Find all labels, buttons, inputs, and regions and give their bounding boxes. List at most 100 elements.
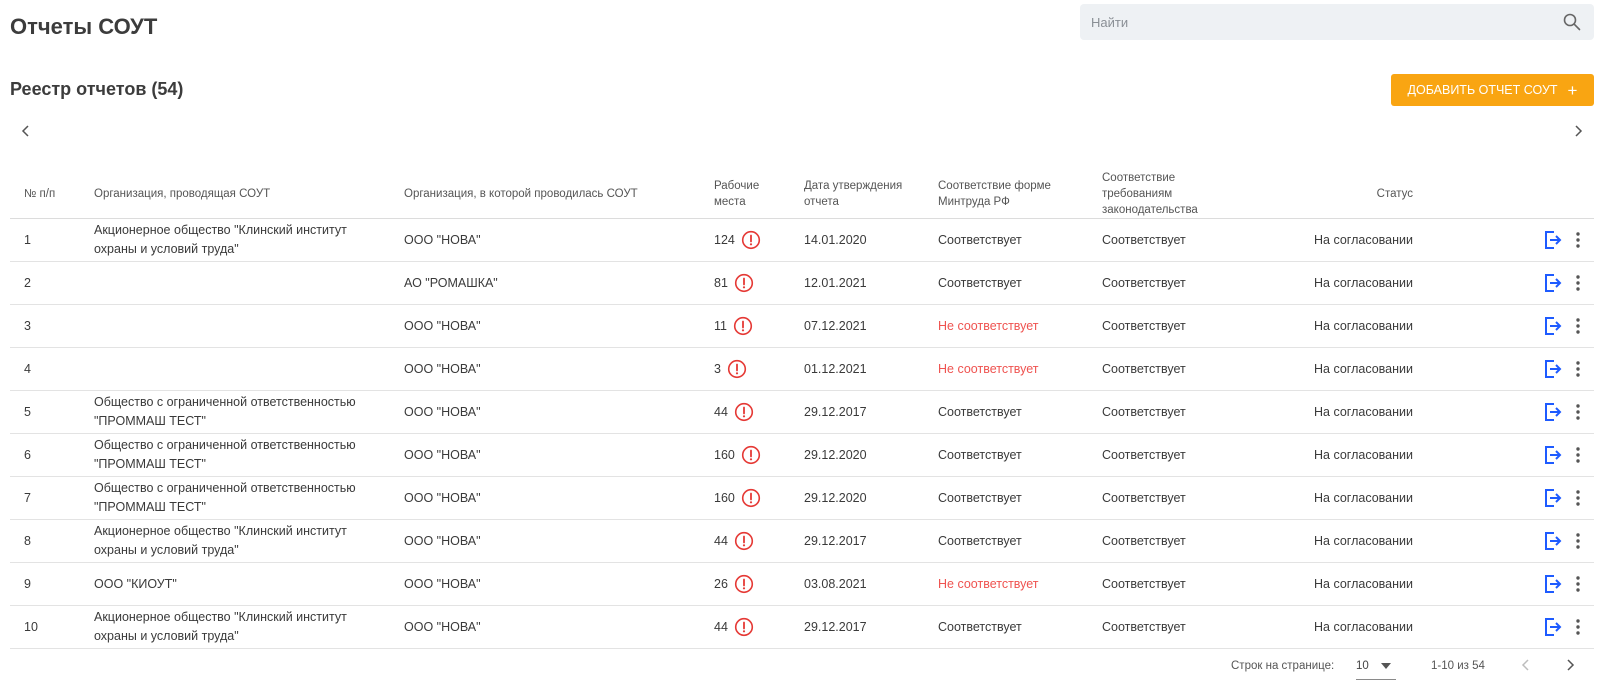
cell-status: На согласовании (1238, 304, 1413, 348)
cell-law-compliance: Соответствует (1088, 605, 1238, 649)
cell-org-conducted: ООО "НОВА" (390, 562, 700, 606)
more-vertical-icon[interactable] (1574, 358, 1582, 380)
col-header-approval-date[interactable]: Дата утверждения отчета (790, 170, 924, 219)
cell-org-conducted: ООО "НОВА" (390, 390, 700, 434)
col-header-status[interactable]: Статус (1238, 170, 1413, 219)
search-box (1080, 4, 1594, 40)
table-row[interactable]: 6 Общество с ограниченной ответственность… (10, 433, 1594, 477)
search-input[interactable] (1080, 4, 1550, 40)
workplaces-count: 26 (714, 576, 728, 591)
exclamation-circle-icon[interactable] (734, 273, 754, 293)
rows-per-page-label: Строк на странице: (1231, 660, 1335, 672)
table-row[interactable]: 7 Общество с ограниченной ответственность… (10, 476, 1594, 520)
cell-workplaces: 26 (700, 562, 790, 606)
export-icon[interactable] (1542, 530, 1564, 552)
export-icon[interactable] (1542, 573, 1564, 595)
cell-org-conducting: Общество с ограниченной ответственностью… (80, 476, 390, 520)
more-vertical-icon[interactable] (1574, 444, 1582, 466)
table-row[interactable]: 4 ООО "НОВА" 3 01.12.2021 Не соответствует Со… (10, 347, 1594, 391)
workplaces-wrap: 26 (714, 574, 754, 594)
page-title: Отчеты СОУТ (10, 14, 158, 39)
workplaces-count: 3 (714, 361, 721, 376)
table-row[interactable]: 9 ООО "КИОУТ" ООО "НОВА" 26 03.08.2021 Не соо… (10, 562, 1594, 606)
more-vertical-icon[interactable] (1574, 229, 1582, 251)
cell-org-conducting (80, 261, 390, 305)
plus-icon: + (1567, 80, 1578, 100)
exclamation-circle-icon[interactable] (741, 230, 761, 250)
cell-org-conducting: Акционерное общество "Клинский институт … (80, 519, 390, 563)
table-row[interactable]: 8 Акционерное общество "Клинский институт… (10, 519, 1594, 563)
workplaces-count: 44 (714, 404, 728, 419)
more-vertical-icon[interactable] (1574, 401, 1582, 423)
export-icon[interactable] (1542, 401, 1564, 423)
row-actions (1427, 229, 1594, 251)
exclamation-circle-icon[interactable] (734, 531, 754, 551)
export-icon[interactable] (1542, 616, 1564, 638)
col-header-org-conducted[interactable]: Организация, в которой проводилась СОУТ (390, 170, 700, 219)
col-header-actions (1413, 170, 1594, 219)
table-row[interactable]: 3 ООО "НОВА" 11 07.12.2021 Не соответствует С… (10, 304, 1594, 348)
col-header-org-conducting[interactable]: Организация, проводящая СОУТ (80, 170, 390, 219)
cell-actions (1413, 562, 1594, 606)
exclamation-circle-icon[interactable] (734, 402, 754, 422)
scroll-left-chevron-icon[interactable] (18, 122, 34, 140)
cell-law-compliance: Соответствует (1088, 304, 1238, 348)
cell-num: 5 (10, 390, 80, 434)
export-icon[interactable] (1542, 487, 1564, 509)
next-page-chevron-icon[interactable] (1562, 656, 1578, 674)
export-icon[interactable] (1542, 358, 1564, 380)
rows-per-page-value: 10 (1356, 660, 1369, 672)
export-icon[interactable] (1542, 272, 1564, 294)
workplaces-count: 11 (714, 318, 727, 333)
exclamation-circle-icon[interactable] (734, 574, 754, 594)
exclamation-circle-icon[interactable] (733, 316, 753, 336)
export-icon[interactable] (1542, 229, 1564, 251)
cell-law-compliance: Соответствует (1088, 433, 1238, 477)
cell-org-conducted: ООО "НОВА" (390, 347, 700, 391)
rows-per-page-select[interactable]: 10 (1356, 652, 1396, 680)
export-icon[interactable] (1542, 315, 1564, 337)
exclamation-circle-icon[interactable] (741, 488, 761, 508)
cell-status: На согласовании (1238, 261, 1413, 305)
exclamation-circle-icon[interactable] (741, 445, 761, 465)
table-row[interactable]: 2 АО "РОМАШКА" 81 12.01.2021 Соответствует Со… (10, 261, 1594, 305)
col-header-num[interactable]: № п/п (10, 170, 80, 219)
cell-form-compliance: Соответствует (924, 218, 1088, 262)
cell-approval-date: 12.01.2021 (790, 261, 924, 305)
registry-title: Реестр отчетов (54) (10, 79, 184, 99)
workplaces-wrap: 44 (714, 531, 754, 551)
more-vertical-icon[interactable] (1574, 315, 1582, 337)
cell-form-compliance: Не соответствует (924, 304, 1088, 348)
cell-actions (1413, 476, 1594, 520)
more-vertical-icon[interactable] (1574, 573, 1582, 595)
search-icon[interactable] (1562, 12, 1582, 32)
exclamation-circle-icon[interactable] (727, 359, 747, 379)
col-header-workplaces[interactable]: Рабочие места (700, 170, 790, 219)
export-icon[interactable] (1542, 444, 1564, 466)
add-report-button[interactable]: ДОБАВИТЬ ОТЧЕТ СОУТ + (1391, 74, 1594, 106)
more-vertical-icon[interactable] (1574, 272, 1582, 294)
cell-workplaces: 3 (700, 347, 790, 391)
table-row[interactable]: 10 Акционерное общество "Клинский институ… (10, 605, 1594, 649)
cell-form-compliance: Соответствует (924, 519, 1088, 563)
workplaces-wrap: 44 (714, 617, 754, 637)
table-row[interactable]: 1 Акционерное общество "Клинский институт… (10, 218, 1594, 262)
more-vertical-icon[interactable] (1574, 530, 1582, 552)
col-header-law-compliance[interactable]: Соответствие требованиям законодательств… (1088, 170, 1238, 219)
more-vertical-icon[interactable] (1574, 616, 1582, 638)
prev-page-chevron-icon[interactable] (1518, 656, 1534, 674)
cell-actions (1413, 304, 1594, 348)
cell-approval-date: 29.12.2017 (790, 390, 924, 434)
cell-actions (1413, 390, 1594, 434)
cell-org-conducted: ООО "НОВА" (390, 433, 700, 477)
workplaces-wrap: 44 (714, 402, 754, 422)
workplaces-count: 44 (714, 619, 728, 634)
exclamation-circle-icon[interactable] (734, 617, 754, 637)
col-header-form-compliance[interactable]: Соответствие форме Минтруда РФ (924, 170, 1088, 219)
more-vertical-icon[interactable] (1574, 487, 1582, 509)
reports-table: № п/п Организация, проводящая СОУТ Орган… (10, 170, 1594, 649)
cell-actions (1413, 261, 1594, 305)
scroll-right-chevron-icon[interactable] (1570, 122, 1586, 140)
cell-law-compliance: Соответствует (1088, 562, 1238, 606)
table-row[interactable]: 5 Общество с ограниченной ответственность… (10, 390, 1594, 434)
